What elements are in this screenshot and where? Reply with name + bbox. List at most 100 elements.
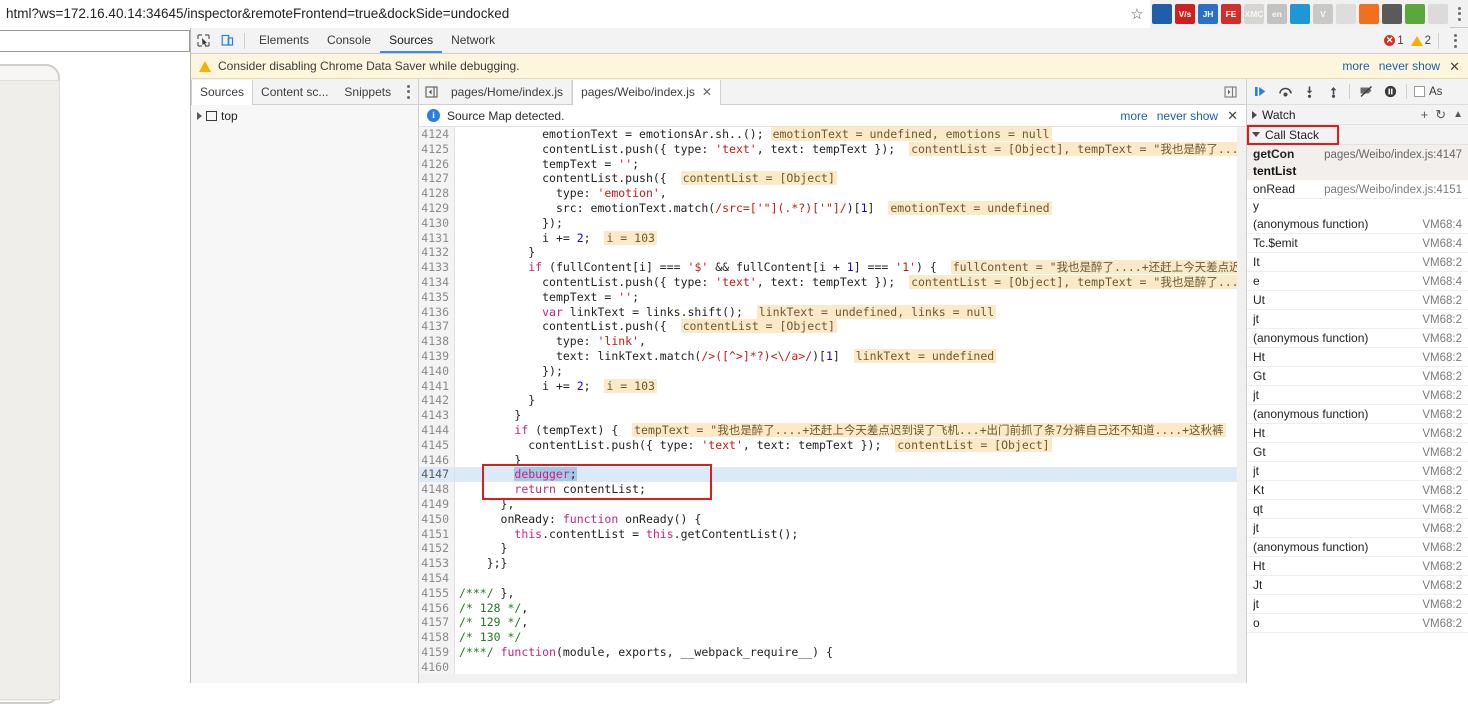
- code-line[interactable]: 4139 text: linkText.match(/>([^>]*?)<\/a…: [419, 348, 1246, 364]
- call-stack-frame[interactable]: Ut VM68:2: [1247, 291, 1468, 310]
- extension-wa[interactable]: [1290, 3, 1310, 24]
- line-number[interactable]: 4142: [419, 393, 455, 409]
- extension-grey[interactable]: [1428, 3, 1448, 24]
- step-out-button[interactable]: [1322, 81, 1344, 103]
- call-stack-frame[interactable]: jt VM68:2: [1247, 310, 1468, 329]
- call-stack-frame[interactable]: Kt VM68:2: [1247, 481, 1468, 500]
- editor-horizontal-scrollbar[interactable]: [419, 674, 1246, 683]
- call-stack-frame[interactable]: qt VM68:2: [1247, 500, 1468, 519]
- navigator-menu-icon[interactable]: [399, 80, 418, 104]
- line-number[interactable]: 4125: [419, 141, 455, 157]
- code-line[interactable]: 4144 if (tempText) { tempText = "我也是醉了..…: [419, 422, 1246, 438]
- code-line[interactable]: 4142 }: [419, 393, 1246, 409]
- call-stack-frame[interactable]: onRead pages/Weibo/index.js:4151: [1247, 180, 1468, 199]
- extension-jh[interactable]: JH: [1198, 3, 1218, 24]
- code-line[interactable]: 4153 };}: [419, 556, 1246, 571]
- refresh-icon[interactable]: ↻: [1435, 107, 1446, 123]
- bookmark-star-icon[interactable]: ☆: [1124, 0, 1150, 28]
- line-number[interactable]: 4140: [419, 363, 455, 379]
- tab-network[interactable]: Network: [442, 28, 504, 53]
- banner-close-icon[interactable]: ✕: [1449, 60, 1460, 73]
- line-number[interactable]: 4148: [419, 482, 455, 497]
- code-line[interactable]: 4148 return contentList;: [419, 482, 1246, 497]
- deactivate-breakpoints-button[interactable]: [1355, 81, 1377, 103]
- async-checkbox[interactable]: [1414, 86, 1425, 97]
- code-line[interactable]: 4149 },: [419, 496, 1246, 512]
- code-line[interactable]: 4138 type: 'link',: [419, 334, 1246, 349]
- code-line[interactable]: 4127 contentList.push({ contentList = [O…: [419, 171, 1246, 187]
- toggle-device-toolbar-icon[interactable]: [215, 29, 239, 53]
- line-number[interactable]: 4132: [419, 245, 455, 261]
- code-line[interactable]: 4135 tempText = '';: [419, 289, 1246, 305]
- line-number[interactable]: 4124: [419, 127, 455, 142]
- code-line[interactable]: 4157 /* 129 */,: [419, 615, 1246, 631]
- caret-up-icon[interactable]: ▲: [1453, 109, 1463, 120]
- editor-tab[interactable]: pages/Weibo/index.js ✕: [572, 79, 721, 105]
- extension-gear[interactable]: [1336, 3, 1356, 24]
- call-stack-frame[interactable]: Gt VM68:2: [1247, 367, 1468, 386]
- code-line[interactable]: 4151 this.contentList = this.getContentL…: [419, 526, 1246, 542]
- call-stack-section-header[interactable]: Call Stack: [1247, 125, 1468, 145]
- code-line[interactable]: 4160: [419, 659, 1246, 675]
- call-stack-frame[interactable]: (anonymous function) VM68:2: [1247, 329, 1468, 348]
- pause-on-exceptions-button[interactable]: [1379, 81, 1401, 103]
- step-into-button[interactable]: [1298, 81, 1320, 103]
- close-icon[interactable]: ✕: [702, 80, 712, 105]
- call-stack-frame[interactable]: Ht VM68:2: [1247, 348, 1468, 367]
- line-number[interactable]: 4135: [419, 289, 455, 305]
- line-number[interactable]: 4137: [419, 319, 455, 335]
- expand-panel-icon[interactable]: [1218, 80, 1242, 104]
- navigator-tab-snippets[interactable]: Snippets: [336, 80, 399, 104]
- line-number[interactable]: 4155: [419, 585, 455, 601]
- code-line[interactable]: 4124 emotionText = emotionsAr.sh..(); em…: [419, 127, 1246, 142]
- line-number[interactable]: 4130: [419, 215, 455, 231]
- tab-sources[interactable]: Sources: [380, 28, 442, 53]
- line-number[interactable]: 4127: [419, 171, 455, 187]
- code-line[interactable]: 4132 }: [419, 245, 1246, 261]
- line-number[interactable]: 4139: [419, 348, 455, 364]
- line-number[interactable]: 4151: [419, 526, 455, 542]
- call-stack-frame[interactable]: (anonymous function) VM68:2: [1247, 538, 1468, 557]
- line-number[interactable]: 4144: [419, 422, 455, 438]
- editor-vertical-scrollbar[interactable]: [1237, 127, 1246, 683]
- navigator-tree-item[interactable]: top: [191, 105, 418, 127]
- extension-mask[interactable]: [1382, 3, 1402, 24]
- code-line[interactable]: 4145 contentList.push({ type: 'text', te…: [419, 437, 1246, 453]
- line-number[interactable]: 4160: [419, 659, 455, 675]
- code-line[interactable]: 4129 src: emotionText.match(/src=['"](.*…: [419, 200, 1246, 216]
- extension-xmc[interactable]: XMC: [1244, 3, 1264, 24]
- call-stack-frame[interactable]: Tc.$emit VM68:4: [1247, 234, 1468, 253]
- resume-script-button[interactable]: [1250, 81, 1272, 103]
- code-line[interactable]: 4128 type: 'emotion',: [419, 186, 1246, 201]
- code-line[interactable]: 4133 if (fullContent[i] === '$' && fullC…: [419, 260, 1246, 275]
- code-line[interactable]: 4134 contentList.push({ type: 'text', te…: [419, 274, 1246, 290]
- line-number[interactable]: 4158: [419, 630, 455, 645]
- call-stack-frame[interactable]: e VM68:4: [1247, 272, 1468, 291]
- watch-section-header[interactable]: Watch + ↻ ▲: [1247, 105, 1468, 125]
- editor-tab[interactable]: pages/Home/index.js: [443, 79, 573, 104]
- code-line[interactable]: 4154: [419, 570, 1246, 586]
- caret-right-icon[interactable]: [197, 112, 202, 120]
- line-number[interactable]: 4159: [419, 644, 455, 660]
- call-stack-frame[interactable]: It VM68:2: [1247, 253, 1468, 272]
- code-line[interactable]: 4159 /***/ function(module, exports, __we…: [419, 644, 1246, 660]
- call-stack-frame[interactable]: (anonymous function) VM68:2: [1247, 405, 1468, 424]
- infobar-close-icon[interactable]: ✕: [1227, 109, 1238, 122]
- line-number[interactable]: 4128: [419, 186, 455, 201]
- call-stack-frame[interactable]: jt VM68:2: [1247, 595, 1468, 614]
- line-number[interactable]: 4143: [419, 408, 455, 423]
- line-number[interactable]: 4147: [419, 467, 455, 483]
- async-checkbox-group[interactable]: As: [1414, 86, 1442, 98]
- line-number[interactable]: 4136: [419, 304, 455, 320]
- tab-console[interactable]: Console: [318, 28, 380, 53]
- extension-fe[interactable]: FE: [1221, 3, 1241, 24]
- code-line[interactable]: 4152 }: [419, 541, 1246, 557]
- call-stack-frame[interactable]: jt VM68:2: [1247, 462, 1468, 481]
- address-bar[interactable]: html?ws=172.16.40.14:34645/inspector&rem…: [0, 0, 1124, 28]
- line-number[interactable]: 4126: [419, 156, 455, 172]
- line-number[interactable]: 4131: [419, 230, 455, 246]
- tab-elements[interactable]: Elements: [250, 28, 318, 53]
- extension-en[interactable]: en: [1267, 3, 1287, 24]
- extension-orange[interactable]: [1359, 3, 1379, 24]
- code-line[interactable]: 4146 }: [419, 452, 1246, 468]
